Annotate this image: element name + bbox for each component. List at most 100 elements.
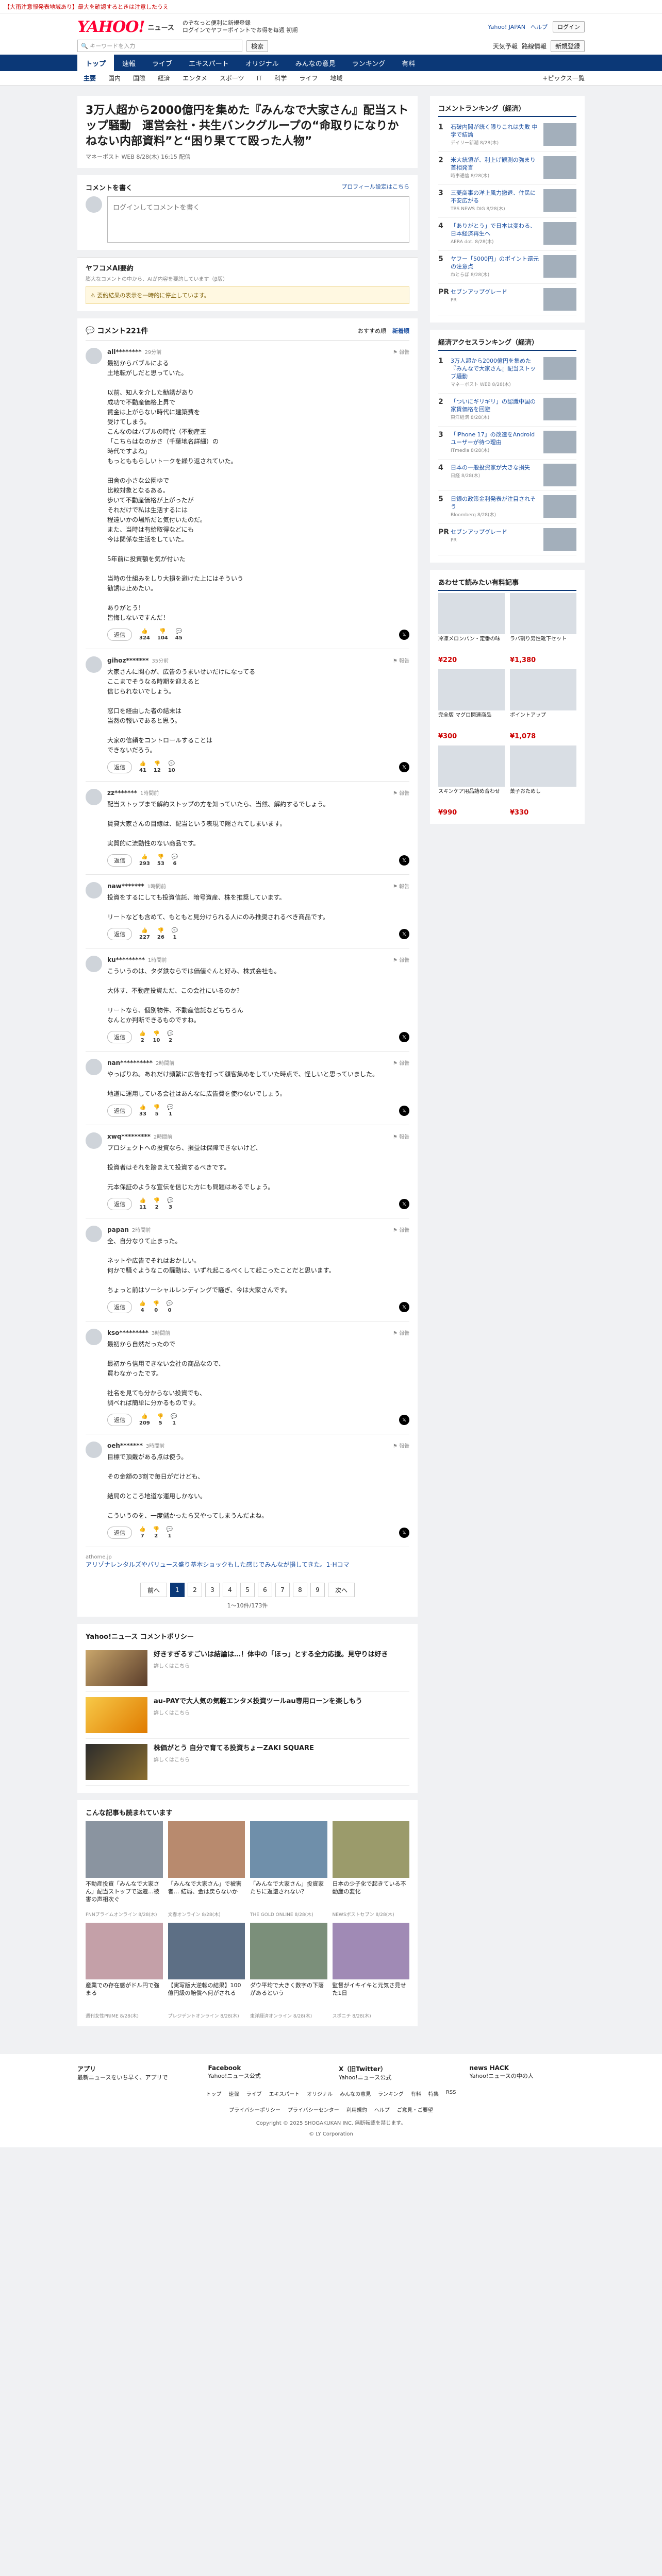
reply-button[interactable]: 返信 xyxy=(107,1414,132,1426)
report-link[interactable]: ⚑ 報告 xyxy=(393,348,409,355)
dislike-button[interactable]: 👎 0 xyxy=(153,1300,159,1314)
page-8[interactable]: 8 xyxy=(293,1583,307,1597)
comment-username[interactable]: ku********* xyxy=(107,956,145,963)
footer-link[interactable]: ご意見・ご要望 xyxy=(397,2106,433,2113)
ranking-title[interactable]: 三菱商事の洋上風力撤退、住民に不安広がる xyxy=(451,189,539,205)
footer-link[interactable]: エキスパート xyxy=(269,2090,300,2097)
ranking-title[interactable]: ヤフー「5000円」のポイント還元の注意点 xyxy=(451,255,539,270)
like-button[interactable]: 👍 209 xyxy=(139,1413,150,1427)
replies-button[interactable]: 💬 45 xyxy=(175,628,183,641)
like-button[interactable]: 👍 324 xyxy=(139,628,150,641)
ad-item[interactable]: 好きすぎるすごいは結論は…！体中の「ほっ」とする全力応援。見守りは好き 詳しくはこ… xyxy=(86,1645,409,1692)
like-button[interactable]: 👍 41 xyxy=(139,760,146,774)
ranking-title[interactable]: 3万人超から2000億円を集めた『みんなで大家さん』配当ストップ騒動 xyxy=(451,357,539,380)
reply-button[interactable]: 返信 xyxy=(107,1198,132,1210)
page-4[interactable]: 4 xyxy=(223,1583,237,1597)
comment-username[interactable]: all******** xyxy=(107,348,142,355)
x-share-icon[interactable]: 𝕏 xyxy=(399,855,409,866)
sort-recommended[interactable]: おすすめ順 xyxy=(358,327,386,335)
nav-original[interactable]: オリジナル xyxy=(237,55,287,71)
ranking-title[interactable]: 「ありがとう」で日本は変わる、日本経済再生へ xyxy=(451,222,539,238)
report-link[interactable]: ⚑ 報告 xyxy=(393,956,409,963)
header-promo[interactable]: のぞなっと便利に新規登録 ログインでヤフーポイントでお得を毎週 初期 xyxy=(183,20,298,34)
subnav-entame[interactable]: エンタメ xyxy=(176,74,213,82)
inline-ad[interactable]: athome.jp アリゾナレンタルズやバリュース盛り基本ショックもした感じでみ… xyxy=(86,1547,409,1574)
comment-username[interactable]: gihoz******* xyxy=(107,657,148,664)
report-link[interactable]: ⚑ 報告 xyxy=(393,882,409,890)
footer-promo[interactable]: アプリ 最新ニュースをいち早く、アプリで xyxy=(77,2064,193,2081)
footer-link[interactable]: ヘルプ xyxy=(374,2106,390,2113)
page-2[interactable]: 2 xyxy=(188,1583,202,1597)
related-article[interactable]: 日本の少子化で起きている不動産の変化 NEWSポストセブン 8/28(木) xyxy=(332,1821,409,1918)
related-article[interactable]: 監督がイキイキと元気さ見せた1日 スポニチ 8/28(木) xyxy=(332,1923,409,2019)
search-input[interactable]: 🔍 キーワードを入力 xyxy=(77,40,242,52)
ranking-title[interactable]: 米大統領が、利上げ観測の強まり 首相発言 xyxy=(451,156,539,172)
ad-section-heading[interactable]: Yahoo!ニュース コメントポリシー xyxy=(86,1631,194,1641)
ad-item[interactable]: au-PAYで大人気の気軽エンタメ投資ツールau専用ローンを楽しもう 詳しくはこち… xyxy=(86,1692,409,1739)
ranking-item[interactable]: PR セブンアップグレード PR xyxy=(438,284,576,315)
comment-username[interactable]: papan xyxy=(107,1226,129,1233)
replies-button[interactable]: 💬 2 xyxy=(167,1030,173,1044)
shop-item[interactable]: 冷凍メロンパン・定番の味 ¥220 xyxy=(438,593,505,664)
ranking-item[interactable]: PR セブンアップグレード PR xyxy=(438,524,576,555)
dislike-button[interactable]: 👎 104 xyxy=(157,628,168,641)
reply-button[interactable]: 返信 xyxy=(107,1527,132,1539)
ranking-title[interactable]: 日本の一般投資家が大きな損失 xyxy=(451,464,539,471)
profile-settings-link[interactable]: プロフィール設定はこちら xyxy=(341,182,409,192)
ranking-item[interactable]: 3 三菱商事の洋上風力撤退、住民に不安広がる TBS NEWS DIG 8/28(木… xyxy=(438,185,576,218)
x-share-icon[interactable]: 𝕏 xyxy=(399,1415,409,1425)
ranking-item[interactable]: 1 石破内閣が続く限りこれは失敗 中学で結論 デイリー新潮 8/28(木) xyxy=(438,119,576,152)
subnav-economy[interactable]: 経済 xyxy=(152,74,176,82)
subnav-science[interactable]: 科学 xyxy=(268,74,293,82)
footer-promo[interactable]: X（旧Twitter） Yahoo!ニュース公式 xyxy=(339,2064,454,2081)
reply-button[interactable]: 返信 xyxy=(107,1301,132,1313)
related-article[interactable]: 「みんなで大家さん」で被害者… 結局、金は戻らないか 文春オンライン 8/28(木… xyxy=(168,1821,245,1918)
like-button[interactable]: 👍 11 xyxy=(139,1197,146,1211)
shop-item[interactable]: スキンケア用品詰め合わせ ¥990 xyxy=(438,745,505,817)
footer-link[interactable]: 特集 xyxy=(428,2090,439,2097)
shop-item[interactable]: ポイントアップ ¥1,078 xyxy=(510,669,576,740)
replies-button[interactable]: 💬 1 xyxy=(172,927,178,941)
footer-link[interactable]: トップ xyxy=(206,2090,221,2097)
footer-link[interactable]: 有料 xyxy=(411,2090,421,2097)
page-1[interactable]: 1 xyxy=(170,1583,185,1597)
x-share-icon[interactable]: 𝕏 xyxy=(399,1528,409,1538)
ranking-title[interactable]: 石破内閣が続く限りこれは失敗 中学で結論 xyxy=(451,123,539,139)
footer-link[interactable]: 速報 xyxy=(228,2090,239,2097)
x-share-icon[interactable]: 𝕏 xyxy=(399,1106,409,1116)
subnav-world[interactable]: 国際 xyxy=(127,74,152,82)
x-share-icon[interactable]: 𝕏 xyxy=(399,1302,409,1312)
shop-item[interactable]: 完全版 マグロ関連商品 ¥300 xyxy=(438,669,505,740)
report-link[interactable]: ⚑ 報告 xyxy=(393,1442,409,1449)
next-page-button[interactable]: 次へ xyxy=(328,1583,355,1597)
ranking-title[interactable]: セブンアップグレード xyxy=(451,528,539,536)
yahoo-logo[interactable]: YAHOO! xyxy=(77,18,145,36)
nav-opinion[interactable]: みんなの意見 xyxy=(287,55,344,71)
ranking-title[interactable]: 日銀の政策金利発表が注目されそう xyxy=(451,495,539,511)
comment-input[interactable]: ログインしてコメントを書く xyxy=(107,196,409,243)
related-article[interactable]: 【実写版大逆転の結果】100億円級の賠償へ何がされる プレジデントオンライン 8/… xyxy=(168,1923,245,2019)
weather-link[interactable]: 天気予報 xyxy=(493,42,518,50)
ranking-item[interactable]: 5 日銀の政策金利発表が注目されそう Bloomberg 8/28(木) xyxy=(438,491,576,524)
ranking-item[interactable]: 2 米大統領が、利上げ観測の強まり 首相発言 時事通信 8/28(木) xyxy=(438,152,576,185)
ranking-item[interactable]: 3 「iPhone 17」の改造をAndroidユーザーが待つ理由 ITmedia … xyxy=(438,427,576,460)
dislike-button[interactable]: 👎 5 xyxy=(157,1413,163,1427)
yahoo-japan-link[interactable]: Yahoo! JAPAN xyxy=(488,24,525,30)
ranking-item[interactable]: 4 日本の一般投資家が大きな損失 日経 8/28(木) xyxy=(438,460,576,491)
ranking-item[interactable]: 1 3万人超から2000億円を集めた『みんなで大家さん』配当ストップ騒動 マネーポス… xyxy=(438,353,576,394)
register-button[interactable]: 新規登録 xyxy=(550,40,585,52)
x-share-icon[interactable]: 𝕏 xyxy=(399,929,409,939)
comment-username[interactable]: oeh******* xyxy=(107,1442,143,1449)
topics-list-link[interactable]: +ピックス一覧 xyxy=(542,74,585,82)
dislike-button[interactable]: 👎 12 xyxy=(154,760,161,774)
page-6[interactable]: 6 xyxy=(258,1583,272,1597)
related-article[interactable]: 不動産投資「みんなで大家さん」配当ストップで返還…被害の声相次ぐ FNNプライムオ… xyxy=(86,1821,163,1918)
page-9[interactable]: 9 xyxy=(310,1583,325,1597)
footer-link[interactable]: みんなの意見 xyxy=(340,2090,371,2097)
reply-button[interactable]: 返信 xyxy=(107,1105,132,1117)
reply-button[interactable]: 返信 xyxy=(107,629,132,641)
dislike-button[interactable]: 👎 2 xyxy=(154,1197,160,1211)
dislike-button[interactable]: 👎 5 xyxy=(154,1104,160,1117)
replies-button[interactable]: 💬 0 xyxy=(167,1300,173,1314)
ad-more-link[interactable]: 詳しくはこちら xyxy=(154,1755,314,1763)
